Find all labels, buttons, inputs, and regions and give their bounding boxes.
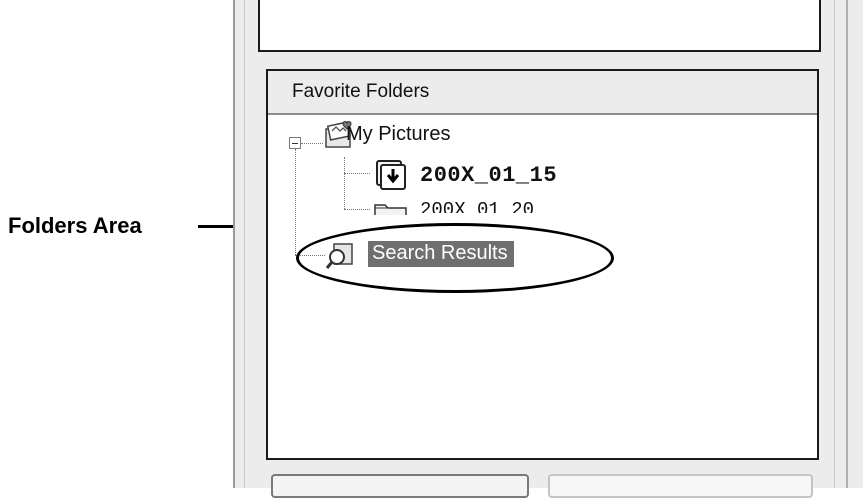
tree-line-root-h	[301, 143, 323, 144]
folder-icon	[374, 204, 407, 215]
frame-border-left-inner	[244, 0, 245, 488]
import-folder-icon	[376, 160, 406, 190]
collapse-toggle-icon[interactable]	[289, 137, 301, 149]
folder-action-button-left[interactable]	[271, 474, 529, 498]
highlight-ellipse	[296, 223, 614, 293]
tree-line-children	[344, 157, 345, 209]
folder-action-button-right[interactable]	[548, 474, 813, 498]
callout-label: Folders Area	[8, 213, 142, 238]
tree-line-root	[295, 149, 296, 255]
frame-border-right-inner	[834, 0, 835, 488]
frame-border-right	[846, 0, 848, 488]
frame-border-left	[233, 0, 235, 488]
tree-item-my-pictures[interactable]: My Pictures	[346, 123, 450, 146]
tree-item-folder-200x-01-15[interactable]: 200X_01_15	[420, 163, 557, 188]
upper-panel	[258, 0, 821, 52]
favorite-folders-header: Favorite Folders	[268, 71, 817, 115]
tree-line-child-2	[344, 209, 370, 210]
tree-item-folder-200x-01-20[interactable]: 200X_01_20	[420, 199, 534, 213]
tree-line-child-1	[344, 173, 370, 174]
